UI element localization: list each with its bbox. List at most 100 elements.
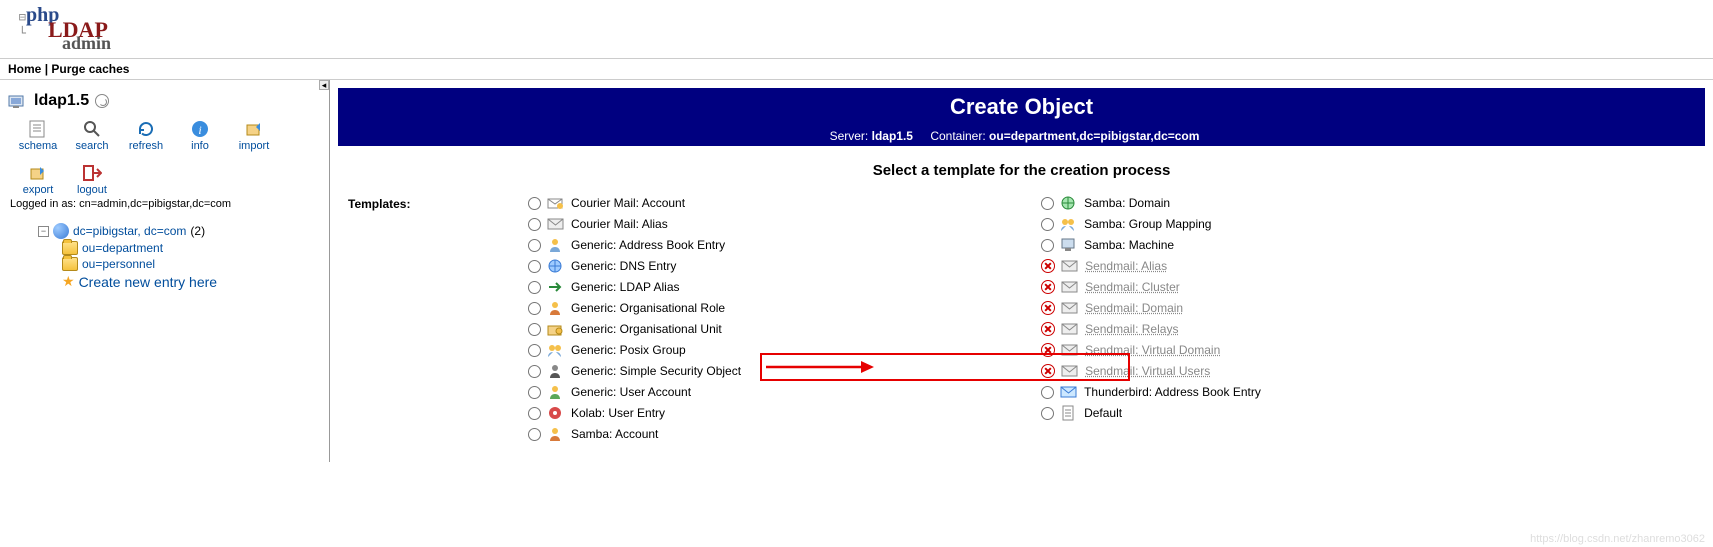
template-row[interactable]: Generic: Organisational Unit: [528, 321, 741, 337]
globe-icon: [547, 258, 565, 274]
toolbar-search[interactable]: search: [70, 118, 114, 152]
context-bar: Server: ldap1.5 Container: ou=department…: [338, 126, 1705, 146]
template-row[interactable]: Generic: LDAP Alias: [528, 279, 741, 295]
template-row[interactable]: Courier Mail: Account: [528, 195, 741, 211]
template-radio[interactable]: [528, 428, 541, 441]
mail-icon: [1061, 321, 1079, 337]
doc-icon: [1060, 405, 1078, 421]
collapse-icon[interactable]: −: [38, 226, 49, 237]
template-label: Courier Mail: Alias: [571, 217, 668, 231]
template-label: Samba: Account: [571, 427, 658, 441]
toolbar-schema-label: schema: [19, 140, 58, 152]
toolbar-export-label: export: [23, 184, 54, 196]
template-radio[interactable]: [1041, 386, 1054, 399]
template-radio[interactable]: [528, 344, 541, 357]
sidebar-toolbar: schema search refresh i info import expo…: [16, 118, 323, 196]
template-row[interactable]: Default: [1041, 405, 1261, 421]
tree-item-label: ou=personnel: [82, 257, 155, 271]
toolbar-logout-label: logout: [77, 184, 107, 196]
toolbar-import[interactable]: import: [232, 118, 276, 152]
template-row[interactable]: Sendmail: Relays: [1041, 321, 1261, 337]
tree-item-department[interactable]: ou=department: [62, 240, 323, 256]
template-radio[interactable]: [528, 365, 541, 378]
template-label: Samba: Group Mapping: [1084, 217, 1211, 231]
tree-item-create-new[interactable]: ★ Create new entry here: [62, 272, 323, 291]
toolbar-info[interactable]: i info: [178, 118, 222, 152]
template-row[interactable]: Samba: Domain: [1041, 195, 1261, 211]
toolbar-schema[interactable]: schema: [16, 118, 60, 152]
template-row[interactable]: Generic: Organisational Role: [528, 300, 741, 316]
annotation-arrow-icon: [766, 345, 876, 373]
template-row[interactable]: Sendmail: Cluster: [1041, 279, 1261, 295]
template-row[interactable]: Sendmail: Alias: [1041, 258, 1261, 274]
template-radio[interactable]: [528, 260, 541, 273]
group-icon: [547, 342, 565, 358]
template-row[interactable]: Courier Mail: Alias: [528, 216, 741, 232]
disabled-icon: [1041, 343, 1055, 357]
template-row[interactable]: Samba: Group Mapping: [1041, 216, 1261, 232]
toolbar-export[interactable]: export: [16, 162, 60, 196]
template-radio[interactable]: [528, 239, 541, 252]
template-radio[interactable]: [1041, 239, 1054, 252]
template-row[interactable]: Sendmail: Virtual Domain: [1041, 342, 1261, 358]
template-row[interactable]: Samba: Account: [528, 426, 741, 442]
template-row[interactable]: Kolab: User Entry: [528, 405, 741, 421]
main-content: Create Object Server: ldap1.5 Container:…: [330, 80, 1713, 462]
person-green-icon: [547, 384, 565, 400]
server-name: ldap1.5: [34, 92, 89, 110]
mail-icon: [547, 216, 565, 232]
person-icon: [547, 300, 565, 316]
template-label: Generic: Organisational Role: [571, 301, 725, 315]
mail-icon: [1061, 258, 1079, 274]
template-radio[interactable]: [528, 407, 541, 420]
template-label: Sendmail: Virtual Domain: [1085, 343, 1220, 357]
template-label: Generic: DNS Entry: [571, 259, 676, 273]
template-radio[interactable]: [1041, 218, 1054, 231]
template-row[interactable]: Generic: Simple Security Object: [528, 363, 741, 379]
template-radio[interactable]: [528, 386, 541, 399]
template-label: Sendmail: Cluster: [1085, 280, 1180, 294]
tree-root-label: dc=pibigstar, dc=com: [73, 224, 186, 238]
template-radio[interactable]: [1041, 407, 1054, 420]
toolbar-search-label: search: [75, 140, 108, 152]
template-row[interactable]: Sendmail: Virtual Users: [1041, 363, 1261, 379]
instruction-heading: Select a template for the creation proce…: [330, 162, 1713, 179]
template-label: Generic: User Account: [571, 385, 691, 399]
disabled-icon: [1041, 322, 1055, 336]
template-radio[interactable]: [528, 302, 541, 315]
template-row[interactable]: Thunderbird: Address Book Entry: [1041, 384, 1261, 400]
star-icon: ★: [62, 273, 75, 290]
template-radio[interactable]: [528, 323, 541, 336]
template-row[interactable]: Sendmail: Domain: [1041, 300, 1261, 316]
toolbar-info-label: info: [191, 140, 209, 152]
person-icon: [547, 426, 565, 442]
template-row[interactable]: Generic: Posix Group: [528, 342, 741, 358]
tree-item-personnel[interactable]: ou=personnel: [62, 256, 323, 272]
template-radio[interactable]: [528, 197, 541, 210]
template-radio[interactable]: [1041, 197, 1054, 210]
template-label: Default: [1084, 406, 1122, 420]
disabled-icon: [1041, 259, 1055, 273]
disabled-icon: [1041, 364, 1055, 378]
template-label: Generic: Address Book Entry: [571, 238, 725, 252]
mail-icon: [1061, 363, 1079, 379]
page-title: Create Object: [338, 88, 1705, 126]
template-radio[interactable]: [528, 281, 541, 294]
toolbar-logout[interactable]: logout: [70, 162, 114, 196]
server-refresh-icon[interactable]: [95, 94, 109, 108]
template-label: Generic: Posix Group: [571, 343, 686, 357]
template-row[interactable]: Generic: DNS Entry: [528, 258, 741, 274]
mail-icon: [1061, 342, 1079, 358]
toolbar-refresh[interactable]: refresh: [124, 118, 168, 152]
template-label: Samba: Domain: [1084, 196, 1170, 210]
nav-home[interactable]: Home: [8, 62, 41, 76]
logout-icon: [81, 162, 103, 184]
nav-purge-caches[interactable]: Purge caches: [51, 62, 129, 76]
tree-root[interactable]: − dc=pibigstar, dc=com (2): [38, 222, 323, 240]
template-row[interactable]: Generic: User Account: [528, 384, 741, 400]
template-row[interactable]: Samba: Machine: [1041, 237, 1261, 253]
template-radio[interactable]: [528, 218, 541, 231]
sidebar-collapse-icon[interactable]: ◂: [319, 80, 329, 90]
template-row[interactable]: Generic: Address Book Entry: [528, 237, 741, 253]
info-icon: i: [189, 118, 211, 140]
